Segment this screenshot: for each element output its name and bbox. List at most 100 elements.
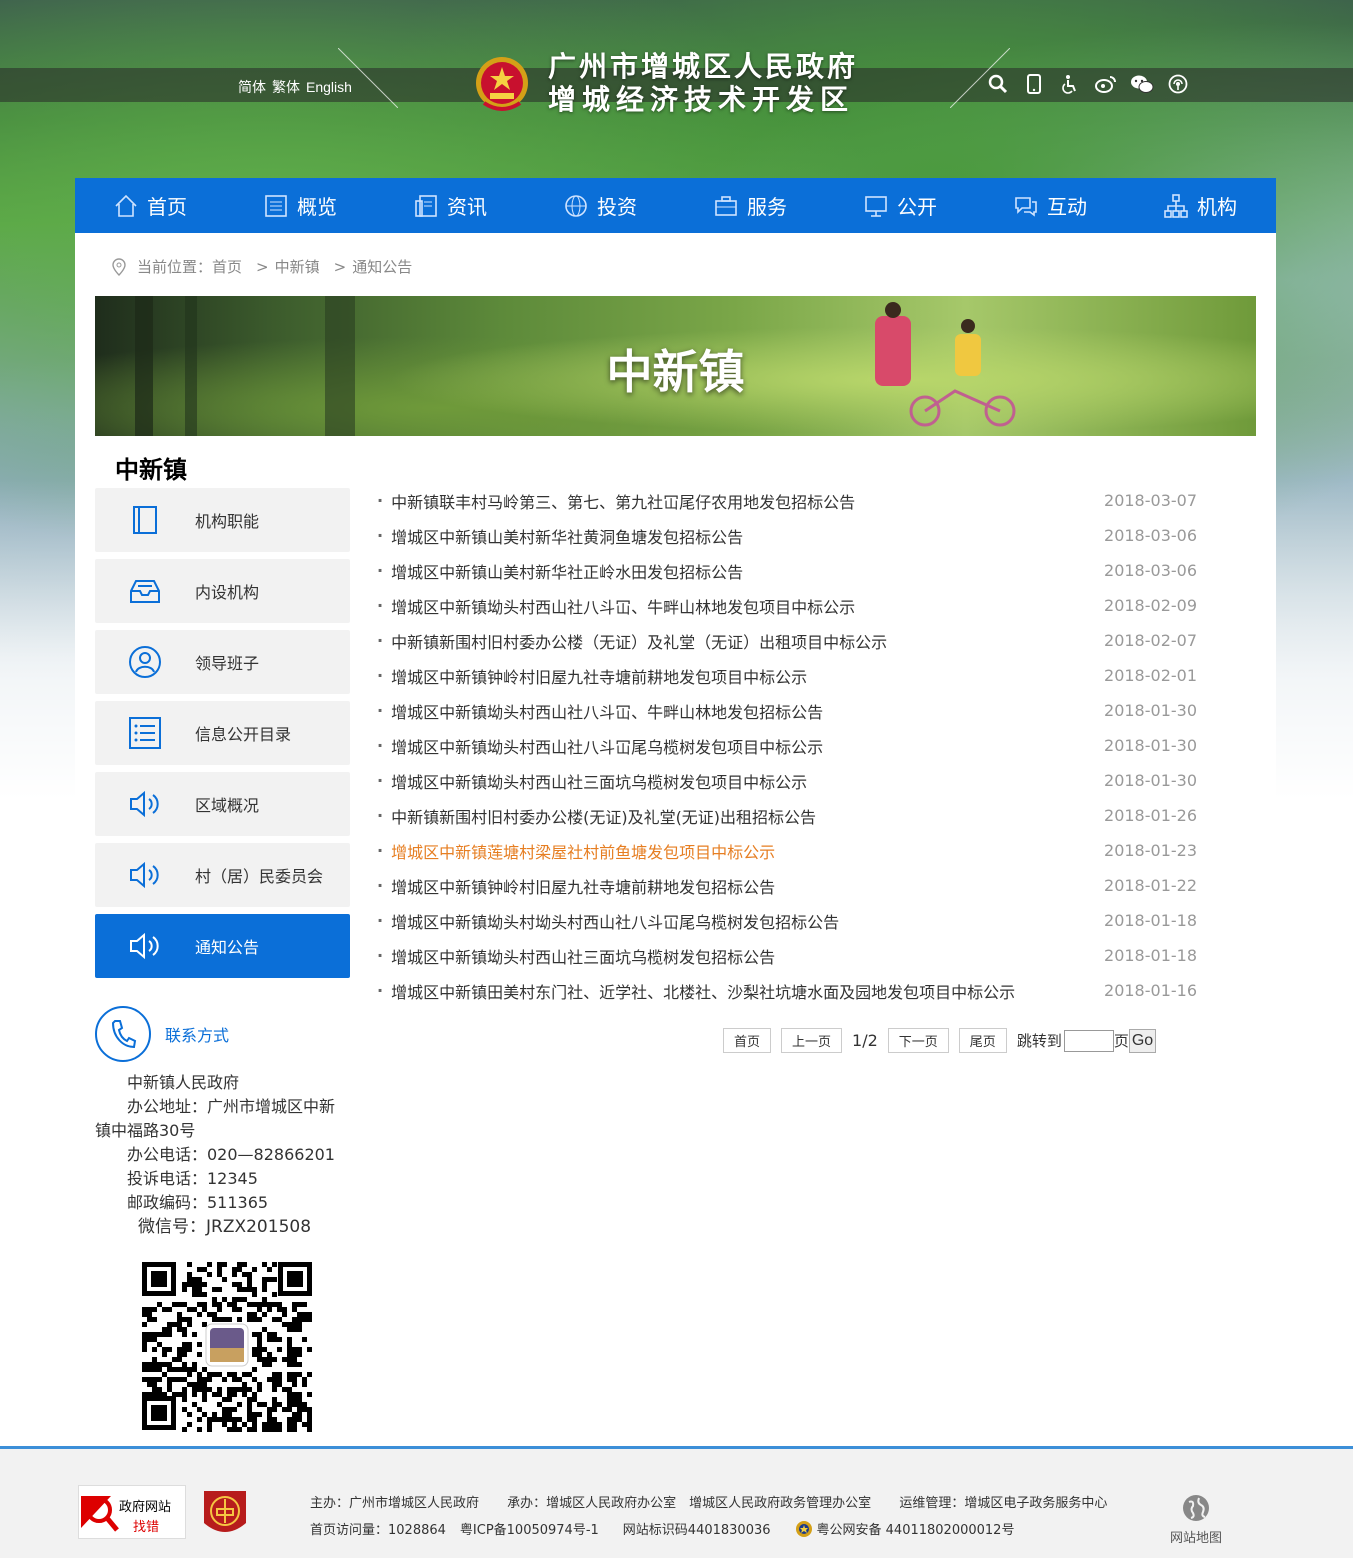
news-date: 2018-01-30: [1104, 771, 1197, 790]
news-item[interactable]: 增城区中新镇莲塘村梁屋社村前鱼塘发包项目中标公示 2018-01-23: [377, 833, 1197, 868]
news-title[interactable]: 增城区中新镇田美村东门社、近学社、北楼社、沙梨社坑塘水面及园地发包项目中标公示: [377, 979, 1015, 1003]
news-date: 2018-02-09: [1104, 596, 1197, 615]
sidebar-item-label: 村（居）民委员会: [195, 867, 324, 886]
news-icon: [415, 194, 437, 217]
breadcrumb-current[interactable]: 通知公告: [352, 256, 412, 277]
news-item[interactable]: 中新镇新围村旧村委办公楼（无证）及礼堂（无证）出租项目中标公示 2018-02-0…: [377, 623, 1197, 658]
news-title[interactable]: 中新镇新围村旧村委办公楼（无证）及礼堂（无证）出租项目中标公示: [377, 629, 887, 653]
accessibility-icon[interactable]: [1058, 72, 1082, 96]
sidebar-item-leadership[interactable]: 领导班子: [95, 630, 350, 694]
site-title[interactable]: 广州市增城区人民政府 增城经济技术开发区: [548, 50, 858, 116]
news-title[interactable]: 增城区中新镇坳头村坳头村西山社八斗冚尾乌榄树发包招标公告: [377, 909, 839, 933]
contact-address: 办公地址：广州市增城区中新镇中福路30号: [95, 1097, 336, 1140]
sidebar-item-region[interactable]: 区域概况: [95, 772, 350, 836]
lang-simplified[interactable]: 简体: [238, 79, 266, 95]
sidebar-item-functions[interactable]: 机构职能: [95, 488, 350, 552]
police-badge-icon: [795, 1520, 812, 1537]
footer-line2: 首页访问量：1028864 粤ICP备10050974号-1 网站标识码4401…: [310, 1519, 1038, 1538]
sidebar-item-disclosure[interactable]: 信息公开目录: [95, 701, 350, 765]
news-item[interactable]: 增城区中新镇钟岭村旧屋九社寺塘前耕地发包招标公告 2018-01-22: [377, 868, 1197, 903]
footer-visits: 首页访问量：1028864: [310, 1523, 446, 1538]
breadcrumb-prefix: 当前位置：: [137, 258, 213, 276]
contact-header: 联系方式: [95, 1006, 229, 1062]
last-page-button[interactable]: 尾页: [958, 1028, 1007, 1053]
news-item[interactable]: 增城区中新镇坳头村西山社八斗冚、牛畔山林地发包招标公告 2018-01-30: [377, 693, 1197, 728]
news-title[interactable]: 增城区中新镇坳头村西山社三面坑乌榄树发包招标公告: [377, 944, 775, 968]
sidebar-item-departments[interactable]: 内设机构: [95, 559, 350, 623]
news-title[interactable]: 增城区中新镇坳头村西山社八斗冚、牛畔山林地发包项目中标公示: [377, 594, 855, 618]
go-button[interactable]: Go: [1128, 1028, 1157, 1053]
footer-icp[interactable]: 粤ICP备10050974号-1: [460, 1519, 599, 1538]
news-title[interactable]: 中新镇联丰村马岭第三、第七、第九社冚尾仔农用地发包招标公告: [377, 489, 855, 513]
news-item[interactable]: 增城区中新镇坳头村西山社三面坑乌榄树发包项目中标公示 2018-01-30: [377, 763, 1197, 798]
nav-item-home[interactable]: 首页: [75, 178, 225, 233]
nav-label: 机构: [1197, 195, 1237, 219]
news-title[interactable]: 增城区中新镇坳头村西山社八斗冚、牛畔山林地发包招标公告: [377, 699, 823, 723]
news-item[interactable]: 增城区中新镇山美村新华社黄洞鱼塘发包招标公告 2018-03-06: [377, 518, 1197, 553]
news-title[interactable]: 增城区中新镇莲塘村梁屋社村前鱼塘发包项目中标公示: [377, 839, 775, 863]
news-item[interactable]: 中新镇新围村旧村委办公楼(无证)及礼堂(无证)出租招标公告 2018-01-26: [377, 798, 1197, 833]
report-error-badge[interactable]: 政府网站 找错: [78, 1485, 186, 1539]
news-title[interactable]: 增城区中新镇山美村新华社黄洞鱼塘发包招标公告: [377, 524, 743, 548]
report-error-line2: 找错: [133, 1520, 160, 1535]
news-title[interactable]: 增城区中新镇山美村新华社正岭水田发包招标公告: [377, 559, 743, 583]
news-item[interactable]: 增城区中新镇坳头村西山社八斗冚、牛畔山林地发包项目中标公示 2018-02-09: [377, 588, 1197, 623]
nav-item-service[interactable]: 服务: [675, 178, 825, 233]
news-date: 2018-03-06: [1104, 561, 1197, 580]
news-date: 2018-01-26: [1104, 806, 1197, 825]
wechat-icon[interactable]: [1130, 72, 1154, 96]
nav-item-open[interactable]: 公开: [825, 178, 975, 233]
news-title[interactable]: 增城区中新镇坳头村西山社三面坑乌榄树发包项目中标公示: [377, 769, 807, 793]
sidebar-menu: 机构职能 内设机构 领导班子 信息公开目录 区域概况 村（居）民委员会 通知公告: [95, 488, 350, 985]
weibo-icon[interactable]: [1094, 72, 1118, 96]
news-date: 2018-02-01: [1104, 666, 1197, 685]
news-list: 中新镇联丰村马岭第三、第七、第九社冚尾仔农用地发包招标公告 2018-03-07 增…: [377, 483, 1197, 1008]
page-jump-input[interactable]: [1063, 1029, 1114, 1052]
news-item[interactable]: 增城区中新镇田美村东门社、近学社、北楼社、沙梨社坑塘水面及园地发包项目中标公示 2…: [377, 973, 1197, 1008]
first-page-button[interactable]: 首页: [723, 1028, 772, 1053]
nav-label: 资讯: [447, 195, 487, 219]
contact-org: 中新镇人民政府: [127, 1073, 240, 1092]
sidebar-item-label: 通知公告: [195, 938, 260, 957]
news-title[interactable]: 增城区中新镇坳头村西山社八斗冚尾乌榄树发包项目中标公示: [377, 734, 823, 758]
breadcrumb-town[interactable]: 中新镇: [275, 256, 320, 277]
next-page-button[interactable]: 下一页: [887, 1028, 949, 1053]
prev-page-button[interactable]: 上一页: [781, 1028, 843, 1053]
news-item[interactable]: 增城区中新镇坳头村西山社三面坑乌榄树发包招标公告 2018-01-18: [377, 938, 1197, 973]
contact-office-phone: 办公电话：020—82866201: [127, 1145, 335, 1164]
news-item[interactable]: 增城区中新镇坳头村坳头村西山社八斗冚尾乌榄树发包招标公告 2018-01-18: [377, 903, 1197, 938]
sidebar-item-committees[interactable]: 村（居）民委员会: [95, 843, 350, 907]
nav-item-invest[interactable]: 投资: [525, 178, 675, 233]
news-title[interactable]: 增城区中新镇钟岭村旧屋九社寺塘前耕地发包招标公告: [377, 874, 775, 898]
footer-police[interactable]: 粤公网安备 44011802000012号: [817, 1519, 1015, 1538]
news-date: 2018-01-16: [1104, 981, 1197, 1000]
news-title[interactable]: 增城区中新镇钟岭村旧屋九社寺塘前耕地发包项目中标公示: [377, 664, 807, 688]
footer: 政府网站 找错 主办：广州市增城区人民政府 承办：增城区人民政府办公室 增城区人…: [0, 1446, 1353, 1558]
book-icon: [133, 506, 157, 534]
nav-item-news[interactable]: 资讯: [375, 178, 525, 233]
party-org-badge-icon[interactable]: [200, 1487, 250, 1541]
news-item[interactable]: 增城区中新镇钟岭村旧屋九社寺塘前耕地发包项目中标公示 2018-02-01: [377, 658, 1197, 693]
mobile-icon[interactable]: [1022, 72, 1046, 96]
news-date: 2018-01-18: [1104, 911, 1197, 930]
globe-icon: [565, 194, 587, 217]
nav-item-overview[interactable]: 概览: [225, 178, 375, 233]
breadcrumb-home[interactable]: 首页: [212, 256, 242, 277]
news-item[interactable]: 增城区中新镇山美村新华社正岭水田发包招标公告 2018-03-06: [377, 553, 1197, 588]
sidebar-item-notices[interactable]: 通知公告: [95, 914, 350, 978]
lang-english[interactable]: English: [306, 79, 352, 95]
user-icon: [129, 646, 161, 678]
broadcast-icon[interactable]: [1166, 72, 1190, 96]
sitemap-link[interactable]: 网站地图: [1170, 1493, 1222, 1546]
nav-item-interact[interactable]: 互动: [975, 178, 1125, 233]
wechat-qr-code: [140, 1260, 314, 1432]
news-title[interactable]: 中新镇新围村旧村委办公楼(无证)及礼堂(无证)出租招标公告: [377, 804, 816, 828]
lang-traditional[interactable]: 繁体: [272, 79, 300, 95]
nav-item-org[interactable]: 机构: [1125, 178, 1275, 233]
news-item[interactable]: 增城区中新镇坳头村西山社八斗冚尾乌榄树发包项目中标公示 2018-01-30: [377, 728, 1197, 763]
sidebar-item-label: 领导班子: [195, 654, 260, 673]
sidebar-item-label: 机构职能: [195, 512, 260, 531]
news-item[interactable]: 中新镇联丰村马岭第三、第七、第九社冚尾仔农用地发包招标公告 2018-03-07: [377, 483, 1197, 518]
breadcrumb: 当前位置： 首页 > 中新镇 > 通知公告: [109, 256, 412, 277]
search-icon[interactable]: [986, 72, 1010, 96]
